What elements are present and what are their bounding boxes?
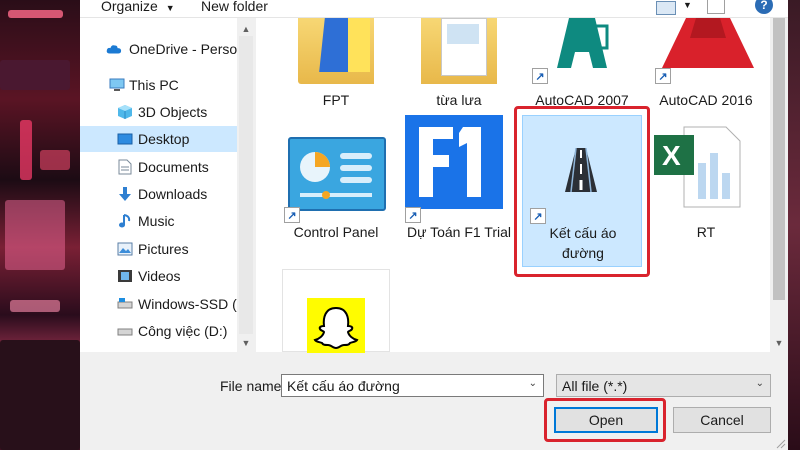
file-label: Control Panel — [293, 224, 379, 240]
file-type-value: All file (*.*) — [562, 377, 628, 394]
autocad-icon — [537, 18, 627, 88]
file-name-label: File name: — [220, 378, 286, 394]
organize-button[interactable]: Organize ▼ — [101, 0, 175, 14]
navigation-pane: OneDrive - Person This PC 3D Objects Des… — [80, 18, 247, 352]
svg-text:X: X — [662, 140, 681, 171]
film-icon — [117, 268, 133, 284]
nav-item-documents[interactable]: Documents — [80, 154, 237, 180]
help-icon[interactable]: ? — [755, 0, 773, 14]
nav-label-3d-objects: 3D Objects — [138, 104, 208, 120]
desktop-background — [0, 0, 80, 450]
nav-label-this-pc: This PC — [129, 77, 179, 93]
control-panel-icon — [288, 137, 386, 211]
view-options-icon[interactable] — [656, 1, 676, 15]
nav-scrollbar[interactable]: ▲ ▼ — [237, 18, 255, 352]
nav-item-videos[interactable]: Videos — [80, 263, 237, 289]
file-label: AutoCAD 2016 — [659, 92, 753, 108]
document-icon — [117, 159, 133, 175]
scroll-track[interactable] — [239, 36, 253, 334]
chevron-down-icon: ▼ — [165, 3, 175, 13]
scroll-up-icon[interactable]: ▲ — [237, 20, 255, 37]
nav-item-windows-ssd[interactable]: Windows-SSD (C — [80, 291, 247, 317]
nav-item-music[interactable]: Music — [80, 208, 237, 234]
nav-item-3d-objects[interactable]: 3D Objects — [80, 99, 237, 125]
autocad-icon — [656, 18, 760, 88]
folder-icon — [421, 18, 497, 84]
chevron-down-icon: ⌄ — [755, 378, 764, 389]
organize-label: Organize — [101, 0, 158, 14]
nav-label-downloads: Downloads — [138, 186, 208, 202]
nav-item-downloads[interactable]: Downloads — [80, 181, 237, 207]
file-item-snapchat[interactable] — [282, 269, 390, 353]
file-item-autocad-2007[interactable]: ↗ AutoCAD 2007 — [522, 18, 642, 110]
nav-label-documents: Documents — [138, 159, 209, 175]
desktop-background-edge — [788, 0, 800, 450]
file-item-tua-lua[interactable]: từa lưa — [399, 18, 519, 110]
nav-label-onedrive: OneDrive - Person — [129, 41, 245, 57]
nav-label-cong-viec: Công việc (D:) — [138, 323, 228, 339]
resize-grip-icon[interactable] — [774, 436, 786, 449]
drive-icon — [117, 296, 133, 312]
file-label: từa lưa — [436, 92, 482, 108]
file-item-fpt[interactable]: FPT — [276, 18, 396, 110]
shortcut-arrow-icon: ↗ — [405, 207, 421, 223]
folder-icon — [298, 18, 374, 84]
excel-icon: X — [654, 123, 744, 211]
cancel-button[interactable]: Cancel — [673, 407, 771, 433]
scroll-thumb[interactable] — [773, 18, 785, 300]
nav-label-windows-ssd: Windows-SSD (C — [138, 296, 247, 312]
nav-item-onedrive[interactable]: OneDrive - Person — [80, 36, 245, 62]
file-name-input[interactable]: Kết cấu áo đường ⌄ — [281, 374, 544, 397]
nav-item-desktop[interactable]: Desktop — [80, 126, 237, 152]
scroll-down-icon[interactable]: ▼ — [237, 334, 255, 351]
file-item-autocad-2016[interactable]: ↗ AutoCAD 2016 — [646, 18, 766, 110]
file-name-value: Kết cấu áo đường — [287, 377, 400, 394]
preview-pane-icon[interactable] — [707, 0, 725, 14]
computer-icon — [109, 77, 125, 93]
chevron-down-icon[interactable]: ⌄ — [529, 378, 537, 389]
download-arrow-icon — [117, 186, 133, 202]
nav-label-desktop: Desktop — [138, 131, 190, 147]
music-note-icon — [117, 213, 133, 229]
shortcut-arrow-icon: ↗ — [655, 68, 671, 84]
scroll-down-icon[interactable]: ▼ — [770, 334, 788, 351]
file-item-du-toan-f1[interactable]: ↗ Dự Toán F1 Trial — [399, 115, 519, 245]
cloud-icon — [106, 41, 122, 57]
cube-icon — [117, 104, 133, 120]
desktop-icon — [117, 131, 133, 147]
nav-item-this-pc[interactable]: This PC — [80, 72, 237, 98]
nav-label-videos: Videos — [138, 268, 181, 284]
file-item-control-panel[interactable]: ↗ Control Panel — [276, 115, 396, 245]
drive-icon — [117, 323, 133, 339]
f1-app-icon — [405, 115, 503, 209]
picture-icon — [117, 241, 133, 257]
nav-item-cong-viec[interactable]: Công việc (D:) — [80, 318, 237, 344]
file-label: RT — [696, 224, 716, 240]
file-list-pane: FPT từa lưa ↗ AutoCAD 2007 ↗ AutoCAD 201… — [256, 18, 770, 353]
file-label: Dự Toán F1 Trial — [406, 224, 512, 240]
nav-item-pictures[interactable]: Pictures — [80, 236, 237, 262]
nav-label-music: Music — [138, 213, 175, 229]
nav-label-pictures: Pictures — [138, 241, 189, 257]
highlight-open-button — [544, 398, 666, 442]
file-list-scrollbar[interactable]: ▲ ▼ — [770, 18, 788, 352]
shortcut-arrow-icon: ↗ — [532, 68, 548, 84]
file-item-rt[interactable]: X RT — [646, 115, 766, 245]
file-type-select[interactable]: All file (*.*) ⌄ — [556, 374, 771, 397]
highlight-selected-file — [514, 106, 650, 277]
file-label: FPT — [322, 92, 350, 108]
toolbar: Organize ▼ New folder ▼ ? — [80, 0, 788, 18]
chevron-down-icon[interactable]: ▼ — [683, 0, 692, 10]
new-folder-button[interactable]: New folder — [201, 0, 268, 14]
shortcut-arrow-icon: ↗ — [284, 207, 300, 223]
snapchat-icon — [307, 298, 365, 353]
